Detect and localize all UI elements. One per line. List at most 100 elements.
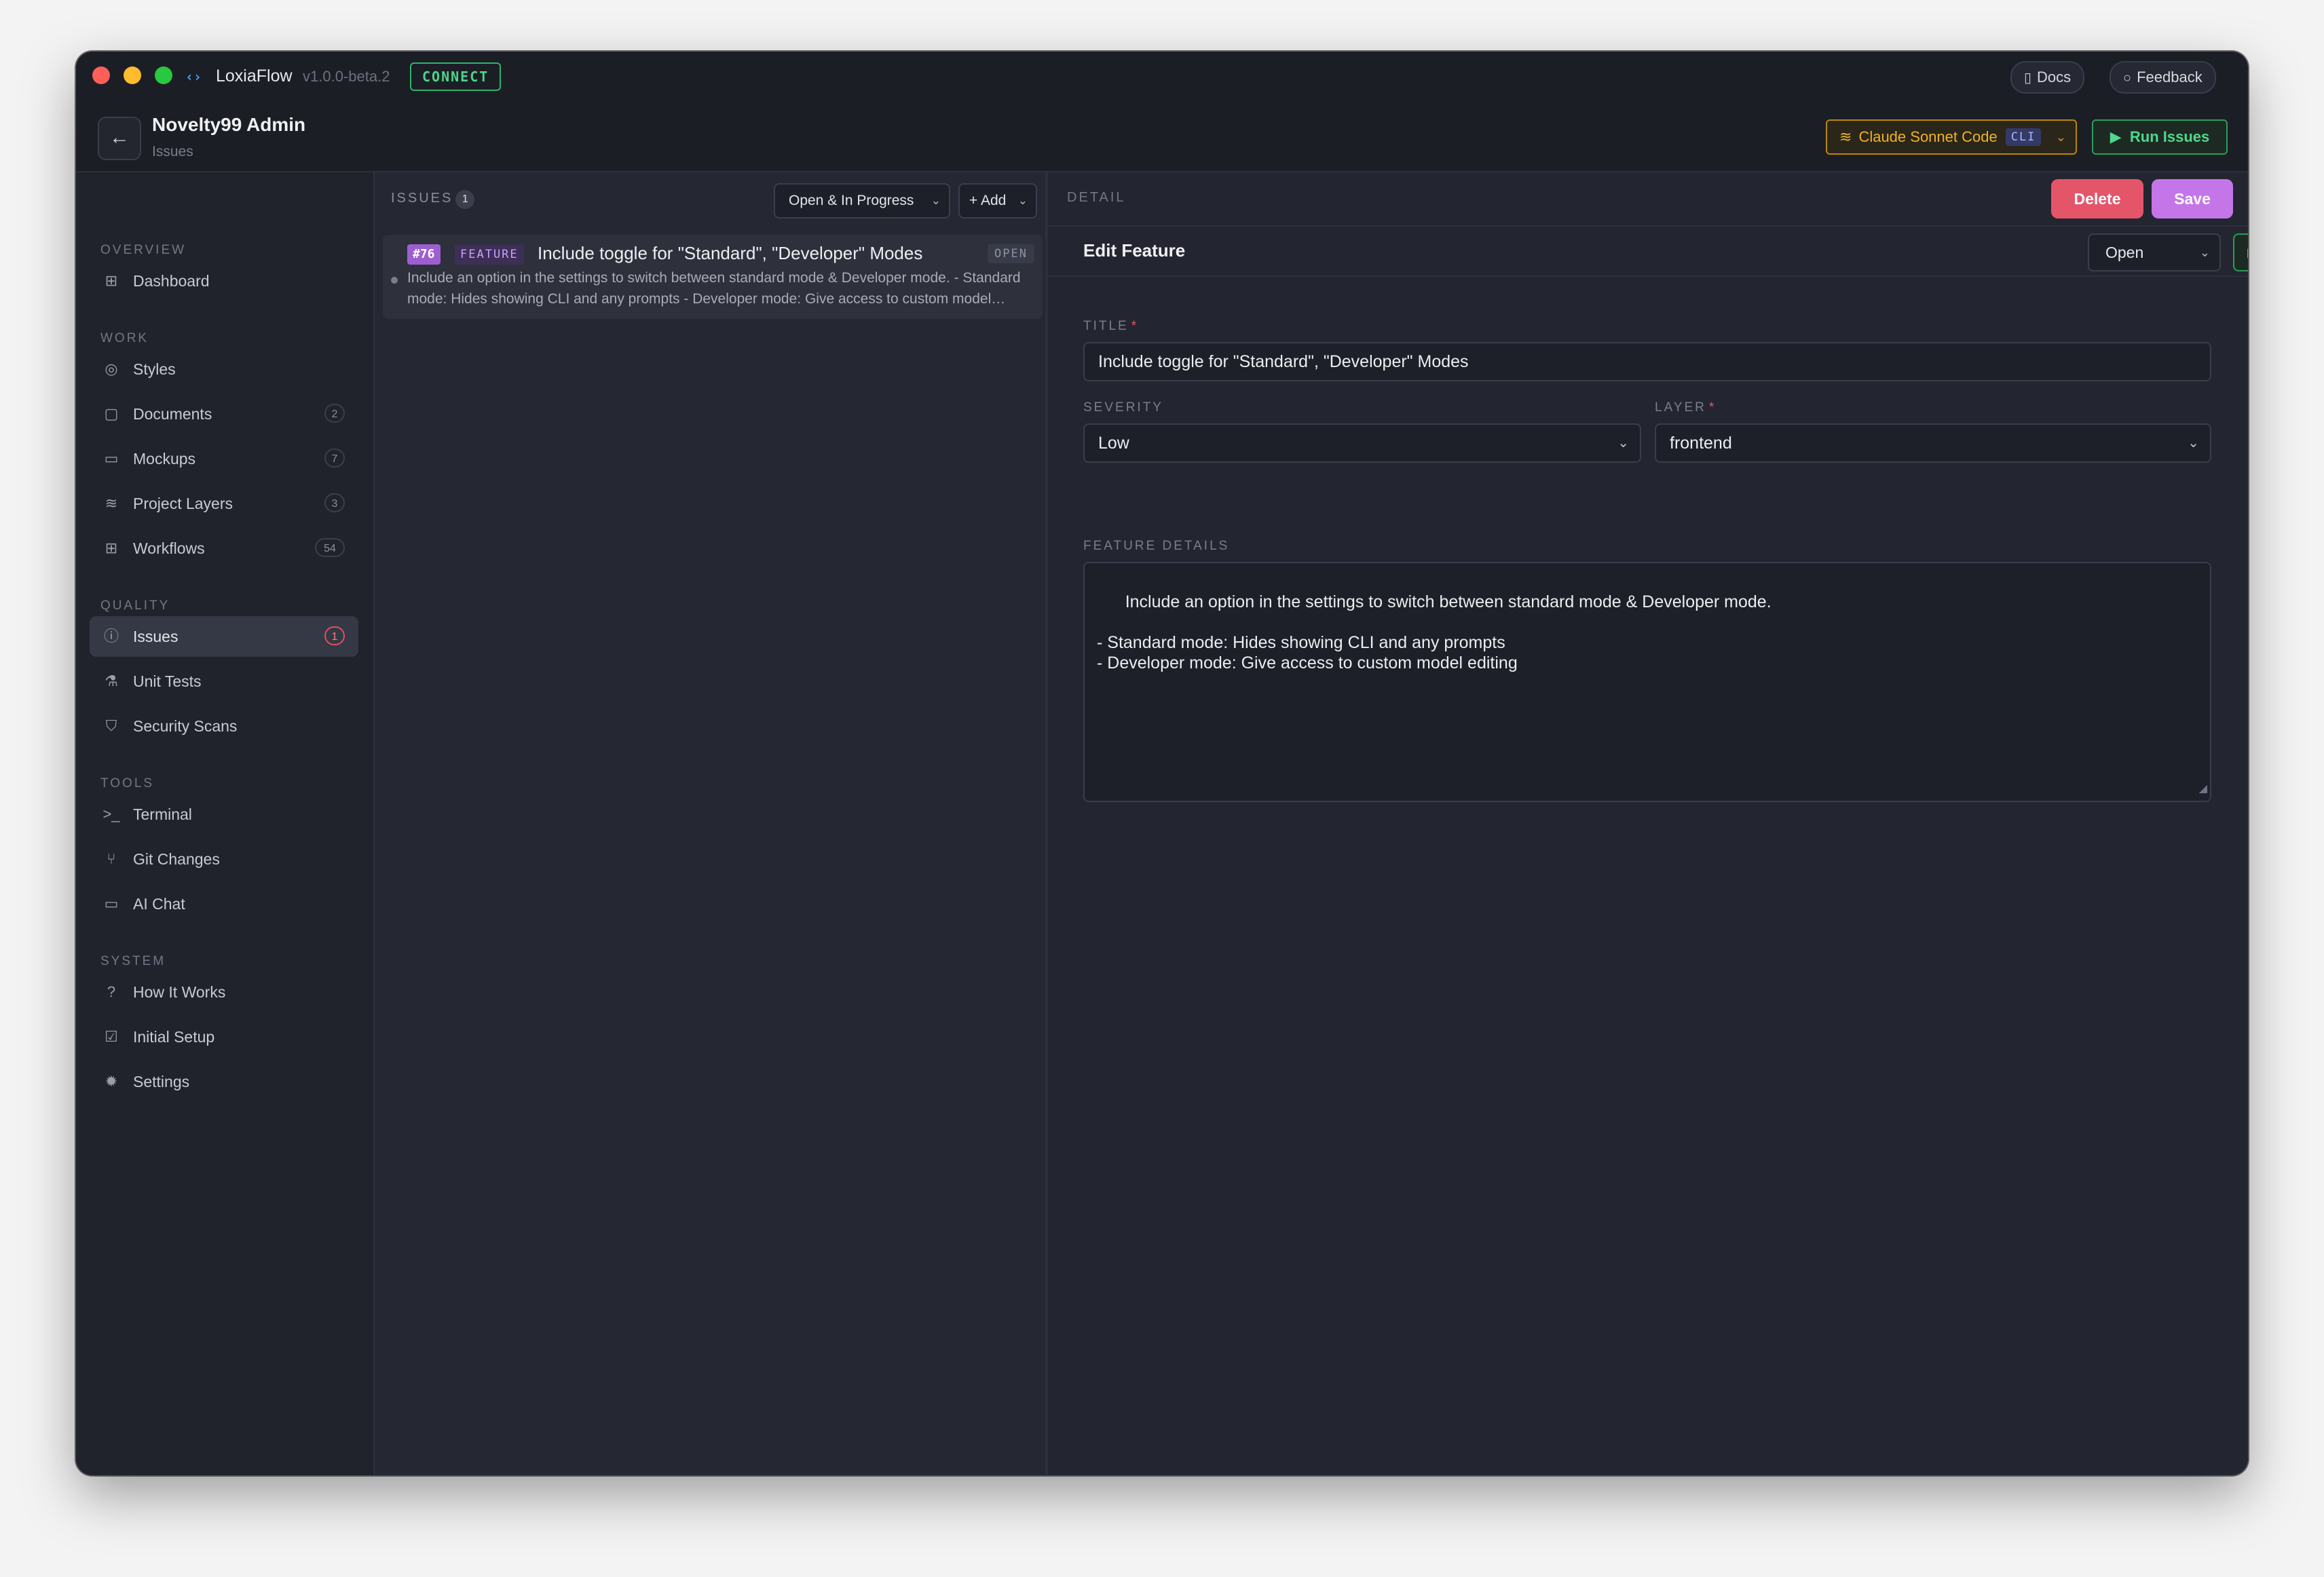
sidebar-item-label: Git Changes (133, 850, 220, 868)
title-input[interactable]: Include toggle for "Standard", "Develope… (1083, 342, 2211, 381)
sidebar-item-git-changes[interactable]: ⑂ Git Changes (90, 839, 358, 879)
issue-status-dot (391, 277, 398, 284)
app-logo-icon: ‹› (185, 69, 202, 85)
issue-list-item[interactable]: #76 FEATURE Include toggle for "Standard… (383, 235, 1043, 319)
layers-icon: ≋ (105, 495, 118, 512)
sidebar-item-label: AI Chat (133, 895, 185, 913)
section-overview: OVERVIEW (100, 243, 187, 257)
chevron-down-icon: ⌄ (2199, 246, 2210, 259)
sidebar-item-project-layers[interactable]: ≋ Project Layers 3 (90, 483, 358, 524)
sidebar-item-label: Initial Setup (133, 1028, 215, 1046)
feedback-label: Feedback (2137, 69, 2203, 86)
layers-icon: ≋ (1839, 128, 1852, 145)
edit-feature-heading: Edit Feature (1083, 240, 1186, 261)
severity-field-label: SEVERITY (1083, 400, 1163, 415)
project-subtitle: Issues (152, 144, 193, 159)
issues-title-label: ISSUES (391, 191, 453, 206)
documents-count-badge: 2 (324, 404, 345, 423)
play-icon: ▶ (2110, 128, 2122, 145)
divider (1048, 276, 2248, 277)
issue-filter-select[interactable]: Open & In Progress ⌄ (774, 183, 950, 218)
sidebar-item-ai-chat[interactable]: ▭ AI Chat (90, 884, 358, 924)
divider (1048, 225, 2248, 227)
monitor-icon: ▭ (104, 450, 119, 467)
sidebar-item-styles[interactable]: ◎ Styles (90, 349, 358, 390)
status-value: Open (2105, 244, 2144, 261)
issue-type-badge: FEATURE (455, 244, 524, 265)
model-label: Claude Sonnet Code (1858, 128, 1998, 145)
sidebar-item-issues[interactable]: ⓘ Issues 1 (90, 616, 358, 657)
palette-icon: ◎ (105, 360, 118, 377)
status-select[interactable]: Open ⌄ (2088, 233, 2221, 271)
sidebar-item-label: Terminal (133, 805, 192, 823)
window-maximize-button[interactable] (155, 66, 172, 84)
project-name: Novelty99 Admin (152, 114, 306, 135)
issues-header: ISSUES 1 Open & In Progress ⌄ + Add ⌄ (375, 172, 1045, 227)
issue-status-badge: OPEN (988, 244, 1034, 263)
sidebar-item-dashboard[interactable]: ⊞ Dashboard (90, 261, 358, 301)
sidebar-item-label: How It Works (133, 983, 226, 1001)
sidebar-item-how-it-works[interactable]: ? How It Works (90, 972, 358, 1012)
save-button[interactable]: Save (2152, 179, 2233, 218)
sidebar: OVERVIEW ⊞ Dashboard WORK ◎ Styles ▢ Docume… (76, 172, 375, 1475)
book-icon: ▯ (2024, 71, 2032, 86)
required-mark: * (1708, 400, 1717, 415)
sidebar-item-settings[interactable]: ✹ Settings (90, 1061, 358, 1102)
window-minimize-button[interactable] (124, 66, 141, 84)
feature-details-label: FEATURE DETAILS (1083, 539, 1230, 553)
section-quality: QUALITY (100, 598, 170, 613)
issues-panel: ISSUES 1 Open & In Progress ⌄ + Add ⌄ #76… (375, 172, 1048, 1475)
feedback-button[interactable]: ○ Feedback (2110, 61, 2216, 94)
issues-count-badge: 1 (324, 626, 345, 645)
sidebar-item-documents[interactable]: ▢ Documents 2 (90, 394, 358, 434)
issue-title: Include toggle for "Standard", "Develope… (538, 243, 923, 263)
sidebar-item-label: Project Layers (133, 495, 233, 512)
run-issue-button[interactable]: ▶ (2233, 233, 2248, 271)
issue-filter-value: Open & In Progress (789, 193, 914, 208)
sidebar-item-workflows[interactable]: ⊞ Workflows 54 (90, 528, 358, 569)
play-icon: ▶ (2247, 246, 2248, 259)
sidebar-item-label: Workflows (133, 539, 205, 557)
sidebar-item-mockups[interactable]: ▭ Mockups 7 (90, 438, 358, 479)
sidebar-item-label: Styles (133, 360, 176, 378)
window-close-button[interactable] (92, 66, 110, 84)
terminal-icon: >_ (102, 805, 120, 822)
docs-button[interactable]: ▯ Docs (2010, 61, 2085, 94)
sidebar-item-label: Unit Tests (133, 672, 202, 690)
sidebar-item-label: Settings (133, 1073, 190, 1090)
detail-panel: DETAIL Delete Save Edit Feature Open ⌄ ▶… (1048, 172, 2248, 1475)
sidebar-item-initial-setup[interactable]: ☑ Initial Setup (90, 1016, 358, 1057)
chevron-down-icon: ⌄ (1017, 194, 1028, 207)
severity-select[interactable]: Low ⌄ (1083, 423, 1641, 463)
layer-value: frontend (1670, 434, 1732, 453)
add-issue-button[interactable]: + Add ⌄ (958, 183, 1037, 218)
back-button[interactable]: ← (98, 117, 141, 160)
sidebar-item-unit-tests[interactable]: ⚗ Unit Tests (90, 661, 358, 702)
layer-field-label: LAYER * (1655, 400, 1716, 415)
connect-button[interactable]: CONNECT (410, 62, 502, 91)
feature-details-textarea[interactable]: Include an option in the settings to swi… (1083, 562, 2211, 802)
delete-button[interactable]: Delete (2051, 179, 2143, 218)
issue-number-badge: #76 (407, 244, 441, 265)
title-label-text: TITLE (1083, 319, 1129, 333)
sidebar-item-terminal[interactable]: >_ Terminal (90, 794, 358, 835)
chevron-down-icon: ⌄ (1617, 436, 1629, 451)
add-issue-label: + Add (969, 193, 1007, 208)
chevron-down-icon: ⌄ (2188, 436, 2199, 451)
title-field-label: TITLE * (1083, 319, 1138, 334)
check-square-icon: ☑ (105, 1028, 118, 1045)
feature-details-text: Include an option in the settings to swi… (1097, 592, 1772, 672)
sidebar-item-security-scans[interactable]: ⛉ Security Scans (90, 706, 358, 746)
file-icon: ▢ (104, 405, 119, 422)
run-issues-label: Run Issues (2129, 128, 2210, 145)
title-bar: ‹› LoxiaFlow v1.0.0-beta.2 CONNECT ▯ Docs… (76, 52, 2248, 172)
layer-select[interactable]: frontend ⌄ (1655, 423, 2211, 463)
workflows-count-badge: 54 (315, 538, 345, 557)
flask-icon: ⚗ (105, 672, 118, 689)
resize-grip-icon[interactable]: ◢ (2199, 779, 2207, 799)
layer-label-text: LAYER (1655, 400, 1706, 415)
run-issues-button[interactable]: ▶ Run Issues (2092, 119, 2228, 155)
required-mark: * (1131, 319, 1139, 333)
sidebar-item-label: Security Scans (133, 717, 238, 735)
model-selector[interactable]: ≋ Claude Sonnet Code CLI ⌄ (1826, 119, 2077, 155)
